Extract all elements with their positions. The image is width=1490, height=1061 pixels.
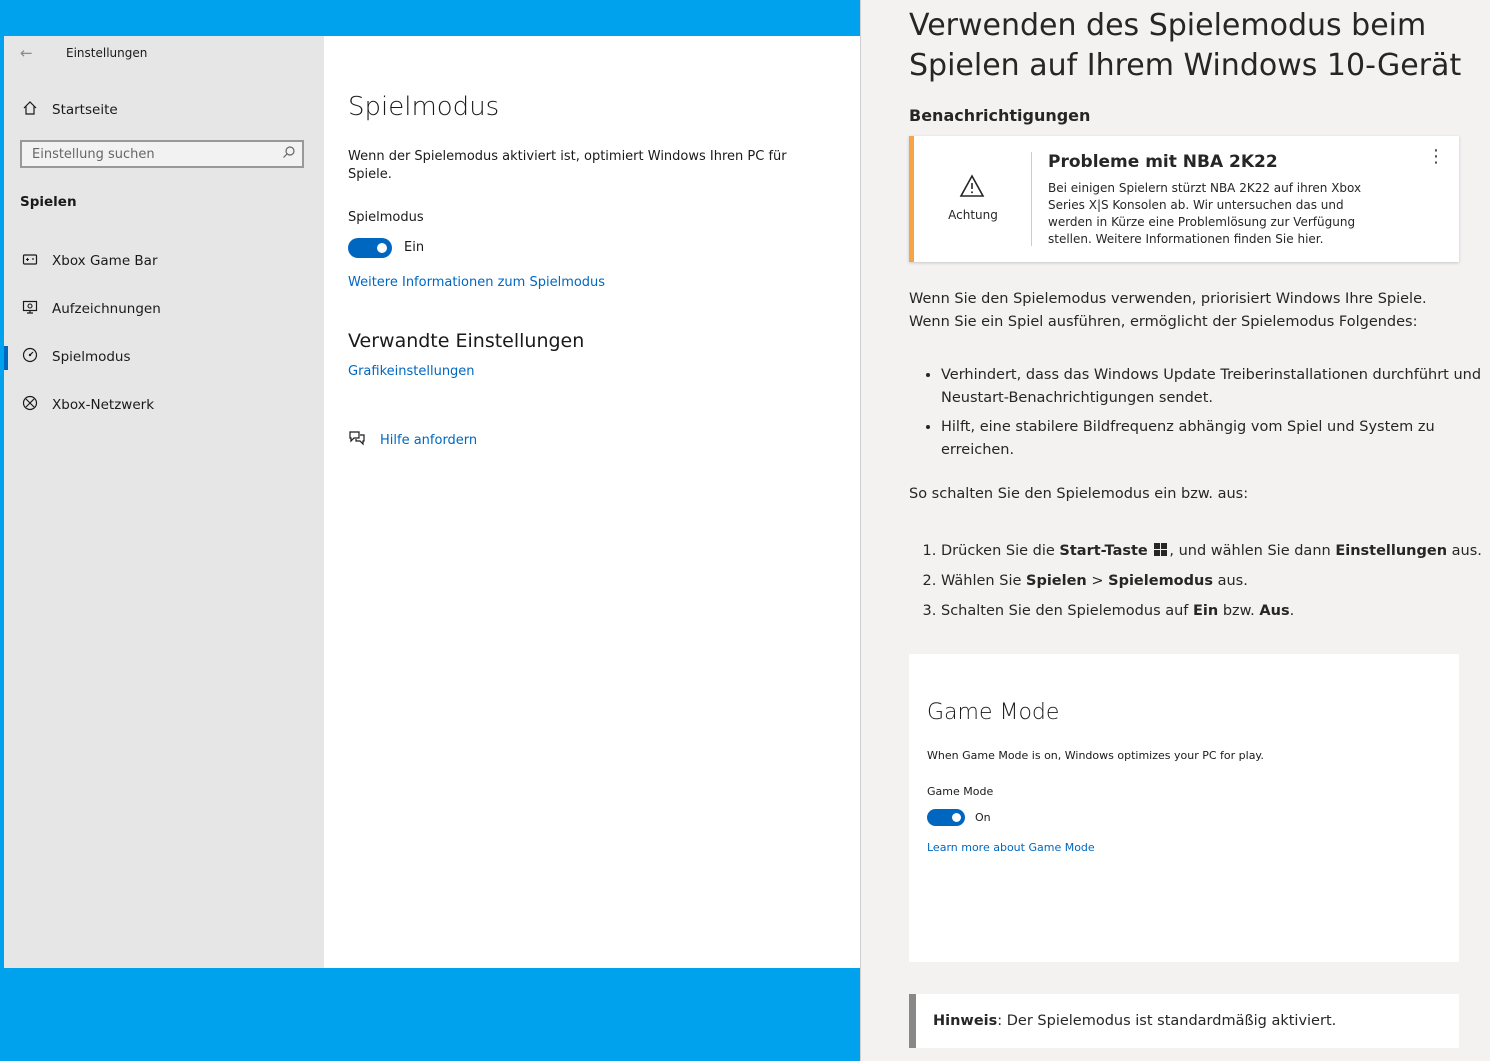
step-text: Schalten Sie den Spielemodus auf (941, 603, 1194, 619)
note-body: : Der Spielemodus ist standardmäßig akti… (997, 1013, 1337, 1029)
alert-body: Bei einigen Spielern stürzt NBA 2K22 auf… (1048, 181, 1362, 246)
active-indicator (4, 346, 8, 370)
list-item: Hilft, eine stabilere Bildfrequenz abhän… (941, 416, 1490, 462)
step-text: Wählen Sie (941, 573, 1026, 589)
sidebar-item-label: Spielmodus (52, 349, 131, 365)
toggle-knob (377, 243, 387, 253)
game-mode-toggle-label: Spielmodus (348, 210, 424, 225)
sidebar-section-heading: Spielen (20, 194, 77, 210)
step-bold-text: Spielen (1026, 573, 1087, 589)
step-bold-text: Spielemodus (1108, 573, 1213, 589)
toggle-state-label: Ein (404, 240, 425, 255)
screenshot-toggle-label: Game Mode (927, 785, 994, 798)
game-mode-toggle[interactable] (348, 238, 392, 258)
settings-window: ← Einstellungen Startseite Einstellung s… (4, 36, 860, 968)
alert-title: Probleme mit NBA 2K22 (1048, 152, 1278, 172)
sidebar-item-xbox-game-bar[interactable]: Xbox Game Bar (20, 249, 158, 273)
step-text: . (1289, 603, 1295, 619)
step-bold-text: Ein (1193, 603, 1219, 619)
step-1: Drücken Sie die Start-Taste , und wählen… (941, 540, 1490, 563)
alert-divider (1031, 152, 1032, 246)
step-text: , und wählen Sie dann (1169, 543, 1336, 559)
step-text: > (1086, 573, 1109, 589)
steps-list: Drücken Sie die Start-Taste , und wählen… (909, 540, 1490, 630)
windows-logo-icon (1154, 543, 1168, 556)
xbox-icon (20, 395, 40, 415)
graphics-settings-link[interactable]: Grafikeinstellungen (348, 364, 475, 379)
notifications-heading: Benachrichtigungen (909, 106, 1091, 125)
step-text: aus. (1447, 543, 1482, 559)
screenshot-title: Game Mode (927, 700, 1060, 725)
note-text: Hinweis: Der Spielemodus ist standardmäß… (933, 1013, 1336, 1029)
note-bold: Hinweis (933, 1013, 998, 1029)
article-title: Verwenden des Spielemodus beim Spielen a… (909, 8, 1462, 83)
search-placeholder: Einstellung suchen (32, 147, 155, 162)
more-options-icon[interactable]: ⋮ (1427, 146, 1445, 167)
help-chat-icon (348, 430, 368, 450)
step-3: Schalten Sie den Spielemodus auf Ein bzw… (941, 600, 1490, 623)
alert-icon-label: Achtung (948, 208, 998, 222)
xbox-game-bar-icon (20, 251, 40, 271)
settings-sidebar: ← Einstellungen Startseite Einstellung s… (4, 36, 324, 968)
step-text: Drücken Sie die (941, 543, 1060, 559)
step-text: bzw. (1218, 603, 1260, 619)
sidebar-item-label: Startseite (52, 102, 118, 118)
sidebar-item-home[interactable]: Startseite (20, 100, 118, 120)
toggle-knob (952, 813, 961, 822)
step-text: aus. (1212, 573, 1248, 589)
note-bar (909, 994, 916, 1048)
sidebar-item-label: Xbox-Netzwerk (52, 397, 155, 413)
search-icon (282, 145, 296, 163)
step-bold-text: Einstellungen (1335, 543, 1448, 559)
home-icon (20, 100, 40, 120)
more-info-link[interactable]: Weitere Informationen zum Spielmodus (348, 275, 605, 290)
screenshot-toggle-state: On (975, 811, 991, 824)
sidebar-item-xbox-network[interactable]: Xbox-Netzwerk (20, 393, 154, 417)
page-description: Wenn der Spielemodus aktiviert ist, opti… (348, 149, 787, 182)
note-callout: Hinweis: Der Spielemodus ist standardmäß… (909, 994, 1459, 1048)
screenshot-toggle (927, 809, 965, 826)
back-arrow-icon[interactable]: ← (20, 44, 33, 62)
step-bold-text: Start-Taste (1059, 543, 1148, 559)
alert-card: Achtung Probleme mit NBA 2K22 Bei einige… (909, 136, 1459, 262)
sidebar-item-captures[interactable]: Aufzeichnungen (20, 297, 161, 321)
screenshot-learn-more-link: Learn more about Game Mode (927, 841, 1095, 854)
support-article-panel: Verwenden des Spielemodus beim Spielen a… (860, 0, 1490, 1061)
screenshot-description: When Game Mode is on, Windows optimizes … (927, 749, 1264, 762)
alert-stripe (909, 136, 914, 262)
related-settings-heading: Verwandte Einstellungen (348, 330, 585, 352)
sidebar-item-label: Aufzeichnungen (52, 301, 161, 317)
page-title: Spielmodus (348, 92, 500, 122)
sidebar-item-game-mode[interactable]: Spielmodus (20, 345, 131, 369)
benefits-list: Verhindert, dass das Windows Update Trei… (909, 364, 1490, 468)
game-mode-icon (20, 347, 40, 367)
warning-icon (957, 174, 987, 204)
window-title: Einstellungen (66, 46, 148, 60)
get-help-label: Hilfe anfordern (380, 432, 478, 448)
step-2: Wählen Sie Spielen > Spielemodus aus. (941, 570, 1490, 593)
game-mode-screenshot: Game Mode When Game Mode is on, Windows … (909, 654, 1459, 962)
step-bold-text: Aus (1259, 603, 1290, 619)
captures-icon (20, 299, 40, 319)
list-item: Verhindert, dass das Windows Update Trei… (941, 364, 1490, 410)
howto-heading: So schalten Sie den Spielemodus ein bzw.… (909, 486, 1249, 502)
article-intro: Wenn Sie den Spielemodus verwenden, prio… (909, 291, 1427, 330)
search-input[interactable]: Einstellung suchen (20, 140, 304, 168)
get-help-link[interactable]: Hilfe anfordern (348, 430, 477, 450)
sidebar-item-label: Xbox Game Bar (52, 253, 158, 269)
